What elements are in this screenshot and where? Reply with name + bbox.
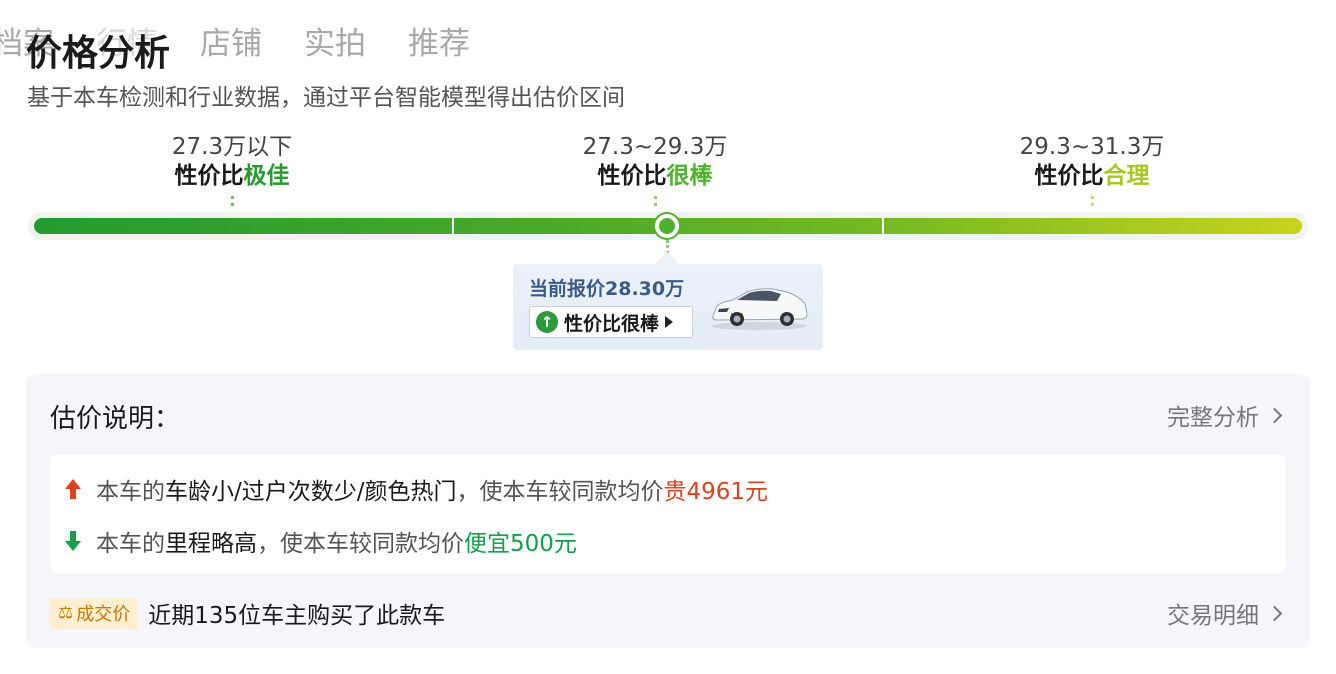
value-rating-label: 性价比很棒: [564, 312, 660, 335]
rating-prefix: 性价比: [1034, 163, 1104, 189]
range-reasonable: 29.3~31.3万 性价比合理: [972, 132, 1212, 206]
car-thumbnail-icon: [711, 288, 808, 330]
range-rating: 性价比合理: [972, 162, 1212, 190]
factor-effect: 贵4961元: [663, 479, 769, 505]
range-divider: [882, 216, 884, 236]
page-title: 价格分析: [26, 33, 171, 74]
range-divider: [452, 216, 454, 236]
rating-highlight: 很棒: [666, 163, 713, 189]
range-price: 27.3万以下: [171, 134, 293, 160]
page-subtitle: 基于本车检测和行业数据，通过平台智能模型得出估价区间: [27, 85, 625, 111]
transaction-detail-link[interactable]: 交易明细: [1167, 596, 1283, 630]
factor-mid: ，使本车较同款均价: [456, 479, 664, 505]
rating-highlight: 合理: [1103, 163, 1150, 189]
tab-store[interactable]: 店铺: [200, 18, 262, 63]
deal-badge-label: 成交价: [76, 604, 131, 625]
factor-effect: 便宜500元: [464, 531, 577, 557]
factor-list: 本车的 车龄小/过户次数少/颜色热门 ，使本车较同款均价 贵4961元 本车的 里程略高…: [50, 454, 1286, 574]
arrow-up-icon: [65, 479, 81, 499]
factor-pre: 本车的: [96, 479, 165, 505]
current-price-marker: [655, 214, 679, 238]
factor-item: 本车的 里程略高 ，使本车较同款均价 便宜500元: [62, 524, 577, 558]
full-analysis-link[interactable]: 完整分析: [1167, 398, 1283, 432]
range-rating: 性价比极佳: [112, 162, 352, 190]
explanation-title: 估价说明：: [50, 404, 181, 434]
auction-hammer-icon: ⚖: [58, 603, 74, 623]
rating-highlight: 极佳: [243, 163, 290, 189]
arrow-down-icon: [65, 531, 81, 551]
range-dots: [1090, 196, 1094, 206]
full-analysis-label: 完整分析: [1167, 405, 1259, 431]
current-price-label: 当前报价28.30万: [529, 278, 685, 300]
range-price: 27.3~29.3万: [582, 134, 728, 160]
rating-prefix: 性价比: [597, 163, 667, 189]
range-great: 27.3~29.3万 性价比很棒: [535, 132, 775, 206]
chevron-right-icon: [1266, 605, 1283, 621]
factor-name: 里程略高: [165, 531, 257, 557]
range-rating: 性价比很棒: [535, 162, 775, 190]
range-price: 29.3~31.3万: [1019, 134, 1165, 160]
factor-pre: 本车的: [96, 531, 165, 557]
play-triangle-icon: [665, 316, 674, 328]
current-price-card: 当前报价28.30万 ↑ 性价比很棒: [513, 264, 823, 350]
deal-price-badge: ⚖ 成交价: [50, 597, 139, 629]
range-dots: [653, 196, 657, 206]
factor-name: 车龄小/过户次数少/颜色热门: [165, 479, 457, 505]
tab-photos[interactable]: 实拍: [304, 18, 366, 63]
rating-prefix: 性价比: [174, 163, 244, 189]
factor-mid: ，使本车较同款均价: [257, 531, 464, 557]
estimate-explanation-panel: 估价说明： 完整分析 本车的 车龄小/过户次数少/颜色热门 ，使本车较同款均价 贵49…: [26, 374, 1310, 648]
range-excellent: 27.3万以下 性价比极佳: [112, 132, 352, 206]
range-dots: [230, 196, 234, 206]
chevron-right-icon: [1266, 407, 1283, 423]
value-rating-button[interactable]: ↑ 性价比很棒: [529, 306, 693, 338]
deal-text: 近期135位车主购买了此款车: [148, 603, 446, 629]
tab-recommend[interactable]: 推荐: [408, 18, 470, 63]
deal-info: ⚖ 成交价 近期135位车主购买了此款车: [50, 596, 445, 630]
arrow-up-circle-icon: ↑: [536, 311, 558, 333]
factor-item: 本车的 车龄小/过户次数少/颜色热门 ，使本车较同款均价 贵4961元: [62, 472, 768, 506]
transaction-detail-label: 交易明细: [1167, 603, 1259, 629]
